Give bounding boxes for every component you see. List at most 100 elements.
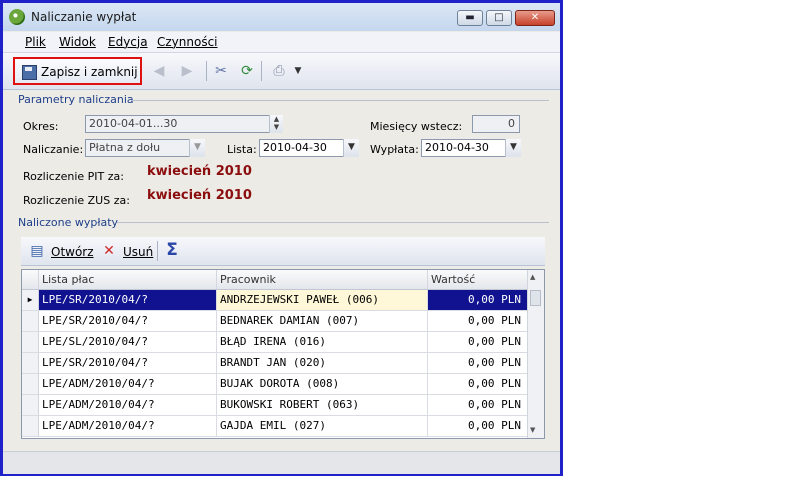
- vertical-scrollbar[interactable]: ▲ ▼: [527, 270, 544, 438]
- okres-value: 2010-04-01...30: [89, 117, 178, 130]
- table-header: Lista płac Pracownik Wartość: [22, 270, 528, 290]
- current-row-arrow-icon[interactable]: ▶: [22, 290, 39, 310]
- forward-arrow-icon[interactable]: ▶: [179, 63, 195, 79]
- table-row[interactable]: LPE/SR/2010/04/? BEDNAREK DAMIAN (007) 0,0…: [22, 311, 528, 332]
- section-divider: [117, 222, 549, 223]
- row-indicator[interactable]: [22, 395, 39, 415]
- cell-lista[interactable]: LPE/ADM/2010/04/?: [39, 374, 217, 394]
- lista-value: 2010-04-30: [263, 141, 327, 154]
- back-arrow-icon[interactable]: ◀: [151, 63, 167, 79]
- chevron-down-icon[interactable]: ▼: [290, 63, 306, 79]
- okres-label: Okres:: [23, 120, 59, 133]
- miesiecy-label: Miesięcy wstecz:: [370, 120, 463, 133]
- cell-wartosc[interactable]: 0,00 PLN: [428, 332, 528, 352]
- print-icon[interactable]: ⎙: [271, 63, 287, 79]
- menu-widok[interactable]: Widok: [59, 35, 96, 49]
- cell-lista[interactable]: LPE/SR/2010/04/?: [39, 311, 217, 331]
- cell-lista[interactable]: LPE/ADM/2010/04/?: [39, 416, 217, 436]
- list-section-title: Naliczone wypłaty: [18, 216, 119, 229]
- pit-label: Rozliczenie PIT za:: [23, 170, 124, 183]
- column-header-pracownik[interactable]: Pracownik: [217, 270, 428, 289]
- table-row[interactable]: LPE/ADM/2010/04/? BUJAK DOROTA (008) 0,00 …: [22, 374, 528, 395]
- menu-bar: Plik Widok Edycja Czynności: [3, 32, 560, 53]
- miesiecy-value: 0: [508, 117, 515, 130]
- window-title: Naliczanie wypłat: [31, 10, 137, 24]
- cell-lista[interactable]: LPE/SR/2010/04/?: [39, 290, 217, 310]
- cell-pracownik[interactable]: BEDNAREK DAMIAN (007): [217, 311, 428, 331]
- section-divider: [131, 100, 549, 101]
- toolbar: Zapisz i zamknij ◀ ▶ ✂ ⟳ ⎙ ▼: [3, 53, 560, 90]
- cell-wartosc[interactable]: 0,00 PLN: [428, 311, 528, 331]
- cell-pracownik[interactable]: BUKOWSKI ROBERT (063): [217, 395, 428, 415]
- row-indicator[interactable]: [22, 332, 39, 352]
- maximize-button[interactable]: □: [486, 10, 512, 26]
- cell-pracownik[interactable]: GAJDA EMIL (027): [217, 416, 428, 436]
- toolbar-separator: [206, 61, 207, 81]
- refresh-icon[interactable]: ⟳: [239, 63, 255, 79]
- wyplata-label: Wypłata:: [370, 143, 419, 156]
- scroll-up-icon[interactable]: ▲: [530, 273, 535, 281]
- save-and-close-label: Zapisz i zamknij: [41, 65, 138, 79]
- menu-plik[interactable]: Plik: [25, 35, 46, 49]
- floppy-disk-icon: [22, 65, 37, 80]
- pit-value: kwiecień 2010: [147, 164, 252, 179]
- row-indicator[interactable]: [22, 374, 39, 394]
- payments-table: Lista płac Pracownik Wartość ▶ LPE/SR/201…: [21, 269, 545, 439]
- cell-wartosc[interactable]: 0,00 PLN: [428, 395, 528, 415]
- status-bar: [3, 451, 560, 474]
- row-indicator-header: [22, 270, 39, 289]
- open-document-icon[interactable]: ▤: [29, 243, 45, 259]
- naliczanie-select[interactable]: Płatna z dołu: [85, 139, 205, 157]
- minimize-button[interactable]: ▬: [457, 10, 483, 26]
- app-icon: [9, 9, 25, 25]
- menu-czynnosci[interactable]: Czynności: [157, 35, 218, 49]
- menu-edycja[interactable]: Edycja: [108, 35, 148, 49]
- chevron-down-icon[interactable]: ▼: [343, 139, 359, 157]
- scrollbar-thumb[interactable]: [530, 290, 541, 306]
- cell-lista[interactable]: LPE/SR/2010/04/?: [39, 353, 217, 373]
- table-row[interactable]: LPE/ADM/2010/04/? BUKOWSKI ROBERT (063) 0,…: [22, 395, 528, 416]
- naliczanie-value: Płatna z dołu: [89, 141, 161, 154]
- tools-icon[interactable]: ✂: [213, 63, 229, 79]
- toolbar-separator: [157, 241, 158, 261]
- save-and-close-button[interactable]: Zapisz i zamknij: [13, 57, 142, 85]
- cell-pracownik[interactable]: BUJAK DOROTA (008): [217, 374, 428, 394]
- zus-label: Rozliczenie ZUS za:: [23, 194, 130, 207]
- okres-field[interactable]: 2010-04-01...30: [85, 115, 283, 133]
- sum-icon[interactable]: Σ: [164, 242, 180, 259]
- cell-wartosc[interactable]: 0,00 PLN: [428, 374, 528, 394]
- wyplata-value: 2010-04-30: [425, 141, 489, 154]
- column-header-lista[interactable]: Lista płac: [39, 270, 217, 289]
- delete-button[interactable]: Usuń: [123, 245, 153, 259]
- chevron-down-icon[interactable]: ▼: [189, 139, 205, 157]
- cell-wartosc[interactable]: 0,00 PLN: [428, 353, 528, 373]
- chevron-down-icon[interactable]: ▼: [505, 139, 521, 157]
- column-header-wartosc[interactable]: Wartość: [428, 270, 528, 289]
- row-indicator[interactable]: [22, 416, 39, 436]
- lista-label: Lista:: [227, 143, 257, 156]
- table-row[interactable]: LPE/SR/2010/04/? BRANDT JAN (020) 0,00 PLN: [22, 353, 528, 374]
- table-row[interactable]: LPE/SL/2010/04/? BŁĄD IRENA (016) 0,00 PLN: [22, 332, 528, 353]
- cell-lista[interactable]: LPE/ADM/2010/04/?: [39, 395, 217, 415]
- close-button[interactable]: ✕: [515, 10, 555, 26]
- list-toolbar: ▤ Otwórz ✕ Usuń Σ: [21, 237, 545, 266]
- delete-x-icon[interactable]: ✕: [101, 243, 117, 259]
- cell-pracownik[interactable]: ANDRZEJEWSKI PAWEŁ (006): [217, 290, 428, 310]
- row-indicator[interactable]: [22, 353, 39, 373]
- scroll-down-icon[interactable]: ▼: [530, 426, 535, 434]
- miesiecy-field[interactable]: 0: [472, 115, 520, 133]
- cell-lista[interactable]: LPE/SL/2010/04/?: [39, 332, 217, 352]
- cell-wartosc[interactable]: 0,00 PLN: [428, 290, 528, 310]
- cell-pracownik[interactable]: BŁĄD IRENA (016): [217, 332, 428, 352]
- title-bar[interactable]: Naliczanie wypłat ▬ □ ✕: [3, 3, 560, 31]
- window: Naliczanie wypłat ▬ □ ✕ Plik Widok Edycj…: [0, 0, 563, 476]
- params-section-title: Parametry naliczania: [18, 93, 134, 106]
- open-button[interactable]: Otwórz: [51, 245, 94, 259]
- table-row[interactable]: LPE/ADM/2010/04/? GAJDA EMIL (027) 0,00 PL…: [22, 416, 528, 437]
- cell-pracownik[interactable]: BRANDT JAN (020): [217, 353, 428, 373]
- row-indicator[interactable]: [22, 311, 39, 331]
- okres-spinner[interactable]: ▲ ▼: [269, 115, 283, 133]
- table-row[interactable]: ▶ LPE/SR/2010/04/? ANDRZEJEWSKI PAWEŁ (006…: [22, 290, 528, 311]
- cell-wartosc[interactable]: 0,00 PLN: [428, 416, 528, 436]
- naliczanie-label: Naliczanie:: [23, 143, 84, 156]
